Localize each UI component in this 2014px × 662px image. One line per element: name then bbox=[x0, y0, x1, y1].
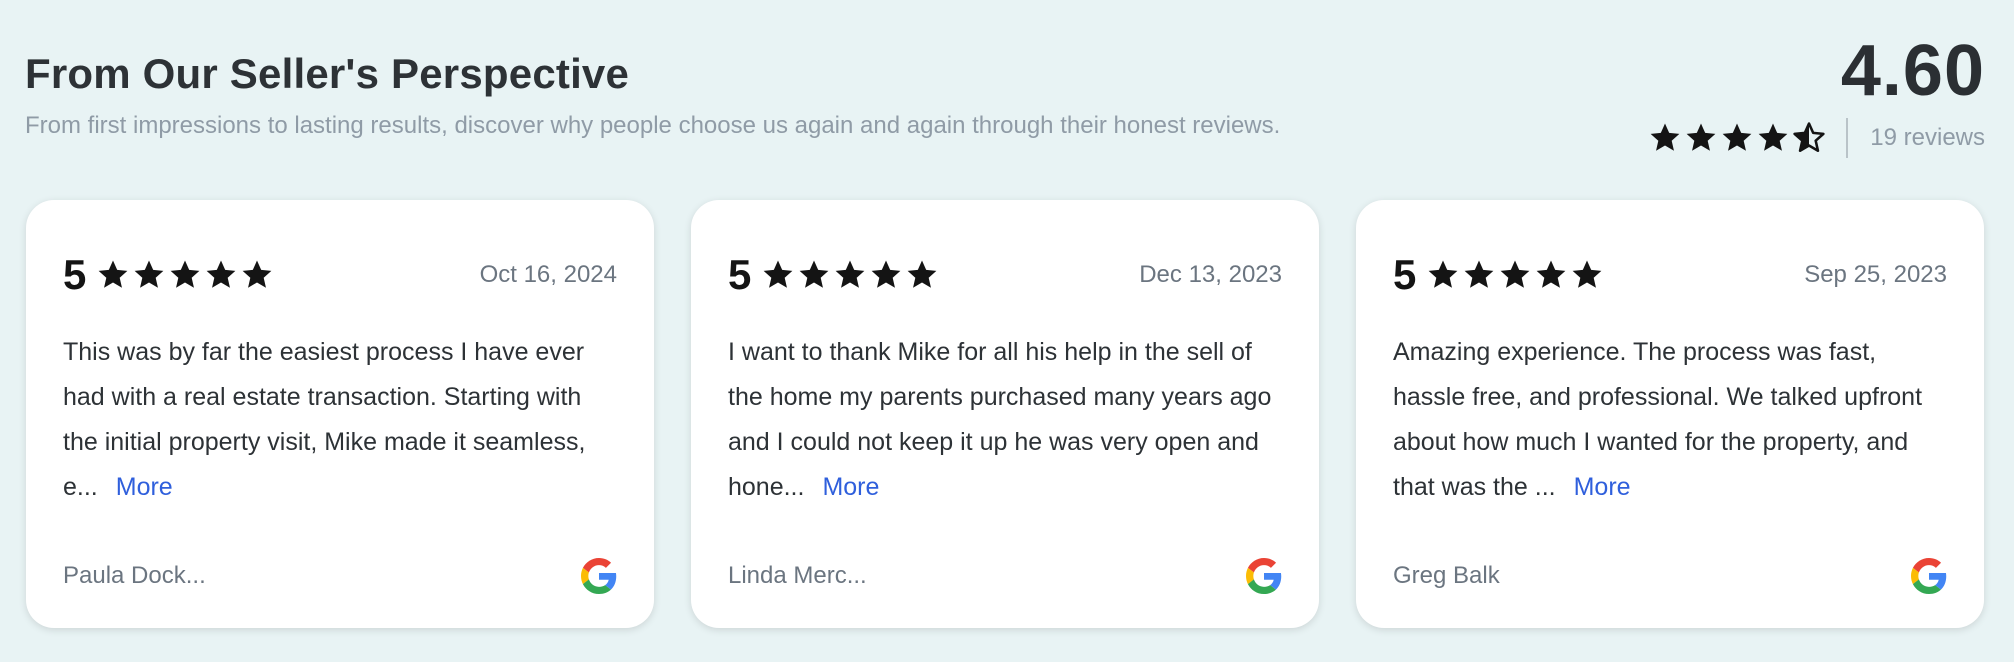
review-author: Greg Balk bbox=[1393, 562, 1500, 589]
review-rating: 5 bbox=[728, 251, 941, 299]
star-icon bbox=[1756, 121, 1790, 155]
star-icon bbox=[1498, 258, 1532, 292]
section-header: From Our Seller's Perspective From first… bbox=[25, 50, 1280, 140]
review-text: I want to thank Mike for all his help in… bbox=[728, 330, 1282, 510]
review-card-footer: Paula Dock... bbox=[63, 558, 617, 594]
section-title: From Our Seller's Perspective bbox=[25, 50, 630, 97]
average-stars bbox=[1648, 121, 1828, 155]
star-icon bbox=[1684, 121, 1718, 155]
summary-divider bbox=[1846, 118, 1849, 158]
review-card: 5 Dec 13, 2023 I want to thank Mike for … bbox=[691, 200, 1319, 628]
review-rating-number: 5 bbox=[63, 251, 87, 298]
more-link[interactable]: More bbox=[1574, 473, 1631, 501]
review-rating-number: 5 bbox=[1393, 251, 1417, 298]
review-date: Oct 16, 2024 bbox=[479, 261, 617, 288]
review-card: 5 Sep 25, 2023 Amazing experience. The p… bbox=[1356, 200, 1984, 628]
star-icon bbox=[204, 258, 238, 292]
star-icon bbox=[1534, 258, 1568, 292]
review-body: I want to thank Mike for all his help in… bbox=[728, 338, 1272, 501]
review-card-header: 5 Dec 13, 2023 bbox=[728, 250, 1282, 300]
average-rating: 4.60 bbox=[1840, 31, 1985, 111]
review-cards: 5 Oct 16, 2024 This was by far the easie… bbox=[26, 200, 1984, 628]
star-icon bbox=[240, 258, 274, 292]
review-card-footer: Greg Balk bbox=[1393, 558, 1947, 594]
section-subtitle: From first impressions to lasting result… bbox=[25, 112, 1281, 139]
review-text: Amazing experience. The process was fast… bbox=[1393, 330, 1947, 510]
star-icon bbox=[1648, 121, 1682, 155]
star-icon bbox=[905, 258, 939, 292]
review-rating-number: 5 bbox=[728, 251, 752, 298]
review-card: 5 Oct 16, 2024 This was by far the easie… bbox=[26, 200, 654, 628]
more-link[interactable]: More bbox=[822, 473, 879, 501]
google-icon[interactable] bbox=[1246, 558, 1282, 594]
star-icon bbox=[168, 258, 202, 292]
star-icon bbox=[132, 258, 166, 292]
reviews-count: 19 reviews bbox=[1870, 124, 1985, 151]
review-rating: 5 bbox=[63, 251, 276, 299]
rating-summary: 4.60 19 reviews bbox=[1648, 30, 1985, 158]
star-icon bbox=[96, 258, 130, 292]
star-icon bbox=[1426, 258, 1460, 292]
more-link[interactable]: More bbox=[116, 473, 173, 501]
review-card-header: 5 Sep 25, 2023 bbox=[1393, 250, 1947, 300]
review-date: Dec 13, 2023 bbox=[1139, 261, 1282, 288]
star-icon bbox=[1462, 258, 1496, 292]
review-author: Paula Dock... bbox=[63, 562, 206, 589]
review-author: Linda Merc... bbox=[728, 562, 867, 589]
half-star-icon bbox=[1792, 121, 1826, 155]
star-icon bbox=[1570, 258, 1604, 292]
star-icon bbox=[797, 258, 831, 292]
review-card-header: 5 Oct 16, 2024 bbox=[63, 250, 617, 300]
star-icon bbox=[869, 258, 903, 292]
google-icon[interactable] bbox=[581, 558, 617, 594]
rating-summary-row: 19 reviews bbox=[1648, 118, 1985, 158]
review-rating: 5 bbox=[1393, 251, 1606, 299]
star-icon bbox=[761, 258, 795, 292]
review-body: Amazing experience. The process was fast… bbox=[1393, 338, 1923, 501]
google-icon[interactable] bbox=[1911, 558, 1947, 594]
star-icon bbox=[833, 258, 867, 292]
review-date: Sep 25, 2023 bbox=[1804, 261, 1947, 288]
review-card-footer: Linda Merc... bbox=[728, 558, 1282, 594]
review-text: This was by far the easiest process I ha… bbox=[63, 330, 617, 510]
star-icon bbox=[1720, 121, 1754, 155]
